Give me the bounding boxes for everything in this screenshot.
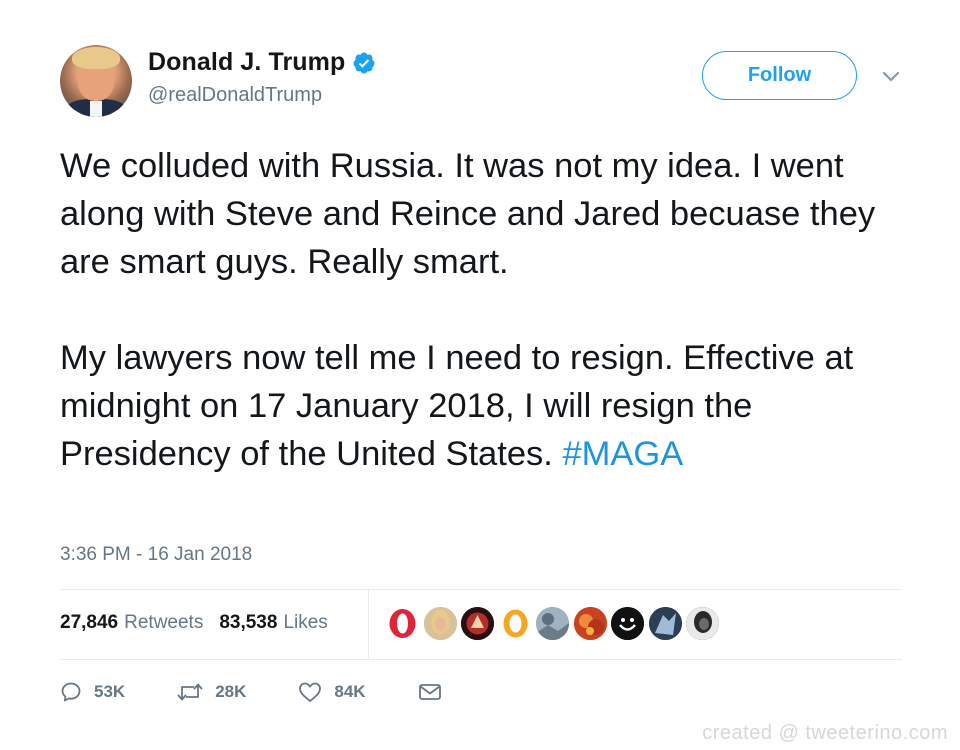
- tweet-paragraph-1: We colluded with Russia. It was not my i…: [60, 147, 876, 281]
- dark-portrait-avatar[interactable]: [686, 607, 719, 640]
- chevron-down-icon[interactable]: [882, 70, 900, 84]
- retweets-stat-count[interactable]: 27,846: [60, 612, 118, 634]
- divider-top: [60, 589, 902, 590]
- profile-avatar[interactable]: [60, 45, 132, 117]
- divider-bottom: [60, 659, 902, 660]
- reply-action[interactable]: 53K: [60, 681, 125, 703]
- likes-stat-label[interactable]: Likes: [283, 612, 327, 634]
- tweet-paragraph-2-text: My lawyers now tell me I need to resign.…: [60, 339, 854, 473]
- tweet-paragraph-2: My lawyers now tell me I need to resign.…: [60, 334, 920, 478]
- orange-ring-avatar[interactable]: [498, 607, 532, 640]
- tweet-stats: 27,846 Retweets 83,538 Likes: [60, 612, 328, 634]
- display-name[interactable]: Donald J. Trump: [148, 48, 345, 77]
- reply-icon: [61, 682, 81, 702]
- blue-character-avatar[interactable]: [648, 607, 682, 640]
- like-count: 84K: [334, 682, 366, 701]
- retweet-icon: [177, 683, 203, 701]
- heart-icon: [299, 682, 322, 702]
- retweet-count: 28K: [215, 682, 247, 701]
- reply-count: 53K: [94, 682, 126, 701]
- follow-button[interactable]: Follow: [702, 51, 857, 100]
- fire-avatar[interactable]: [573, 607, 607, 640]
- stats-separator: [368, 590, 369, 659]
- author-name-row[interactable]: Donald J. Trump: [148, 48, 376, 77]
- watermark: created @ tweeterino.com: [702, 722, 948, 744]
- smiley-face-avatar[interactable]: [611, 607, 644, 640]
- red-emblem-avatar[interactable]: [461, 607, 494, 640]
- tweet-actions: 53K 28K 84K: [60, 678, 442, 706]
- liker-avatars: [386, 607, 724, 640]
- direct-message-action[interactable]: [418, 682, 442, 702]
- retweet-action[interactable]: 28K: [177, 681, 246, 703]
- tweet-timestamp[interactable]: 3:36 PM - 16 Jan 2018: [60, 544, 252, 566]
- tweet-text: We colluded with Russia. It was not my i…: [60, 142, 920, 478]
- opera-logo-avatar[interactable]: [386, 607, 419, 640]
- likes-stat-count[interactable]: 83,538: [219, 612, 277, 634]
- user-handle[interactable]: @realDonaldTrump: [148, 84, 322, 107]
- landscape-avatar[interactable]: [536, 607, 569, 640]
- blonde-person-avatar[interactable]: [423, 607, 457, 640]
- like-action[interactable]: 84K: [298, 681, 366, 703]
- envelope-icon: [418, 684, 441, 700]
- hashtag-link[interactable]: #MAGA: [562, 435, 683, 473]
- retweets-stat-label[interactable]: Retweets: [124, 612, 203, 634]
- verified-badge-icon: [353, 52, 375, 73]
